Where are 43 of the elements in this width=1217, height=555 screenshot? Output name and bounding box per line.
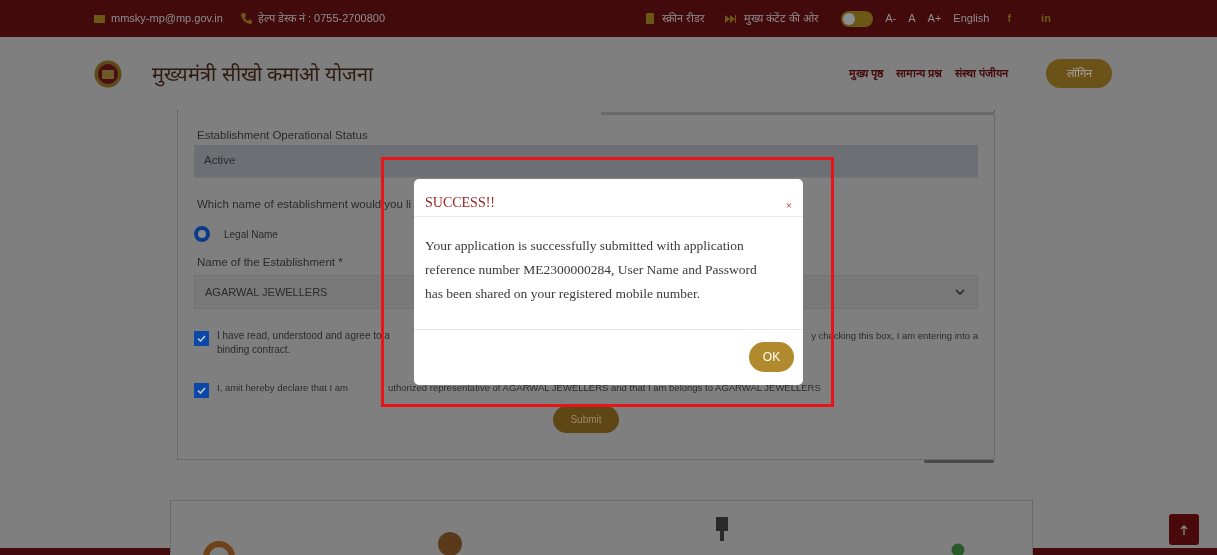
radio-label: Legal Name: [224, 227, 278, 242]
globe-icon: [951, 543, 965, 555]
field-label: Establishment Operational Status: [196, 128, 369, 143]
nav-link[interactable]: संस्था पंजीयन: [954, 65, 1008, 82]
social-link[interactable]: f: [1007, 10, 1012, 27]
phone-icon: [240, 13, 252, 24]
dialog-title: SUCCESS!!: [425, 194, 496, 212]
submit-button[interactable]: Submit: [553, 406, 619, 433]
font-size-button[interactable]: A+: [927, 10, 942, 27]
contrast-toggle[interactable]: [841, 10, 874, 27]
helpdesk-number: हेल्प डेस्क नं : 0755-2700800: [257, 11, 386, 27]
skip-icon: [725, 14, 737, 23]
email-link[interactable]: mmsky-mp@mp.gov.in: [111, 10, 223, 27]
emblem-icon: [713, 517, 731, 541]
scroll-top-button[interactable]: [1169, 514, 1199, 545]
social-link[interactable]: in: [1041, 10, 1051, 27]
agreement-text: binding contract.: [217, 343, 292, 357]
status-field[interactable]: Active: [194, 145, 978, 178]
chevron-down-icon: [955, 289, 965, 295]
screen-reader-link[interactable]: स्क्रीन रीडर: [662, 10, 706, 27]
field-label: Which name of establishment would you li: [196, 197, 412, 212]
nav-link[interactable]: मुख्य पृष्ठ: [848, 65, 883, 82]
ok-button[interactable]: OK: [749, 342, 794, 372]
nav-link[interactable]: सामान्य प्रश्न: [895, 65, 942, 82]
language-link[interactable]: English: [953, 10, 990, 27]
field-label: Name of the Establishment *: [196, 255, 343, 270]
emblem-icon: [94, 59, 122, 88]
checkmark-icon: [197, 335, 206, 342]
site-title: मुख्यमंत्री सीखो कमाओ योजना: [152, 61, 373, 89]
font-size-button[interactable]: A: [908, 10, 916, 27]
skip-to-content-link[interactable]: मुख्य कंटेंट की ओर: [744, 10, 820, 27]
arrow-up-icon: [1180, 524, 1188, 535]
checkmark-icon: [197, 387, 206, 394]
emblem-icon: [437, 531, 463, 555]
dialog-message: Your application is successfully submitted with application reference number ME2300000284, User Name and Password has been shared on your registered mobile number.: [414, 217, 803, 330]
radio-button[interactable]: [194, 226, 210, 242]
checkbox[interactable]: [194, 331, 209, 346]
screen-reader-icon: [646, 13, 654, 24]
login-button[interactable]: लॉगिन: [1046, 59, 1112, 88]
font-size-button[interactable]: A-: [885, 10, 897, 27]
checkbox[interactable]: [194, 383, 209, 398]
close-button[interactable]: ×: [785, 197, 792, 214]
mail-icon: [94, 14, 105, 23]
